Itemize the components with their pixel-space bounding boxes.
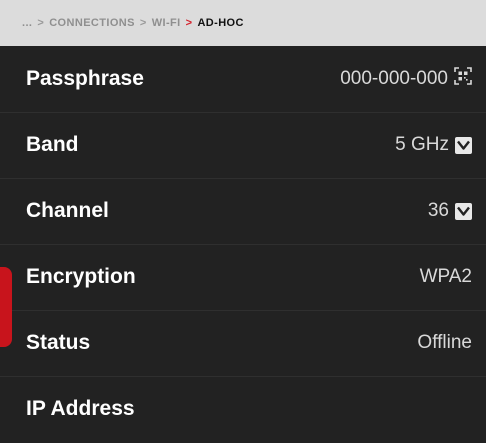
passphrase-row[interactable]: Passphrase 000-000-000 [0,46,486,112]
status-value: Offline [417,332,472,353]
breadcrumb-current: AD-HOC [197,17,244,29]
breadcrumb: ... > CONNECTIONS > WI-FI > AD-HOC [0,0,486,46]
breadcrumb-wifi[interactable]: WI-FI [152,17,181,29]
selection-indicator [0,267,12,347]
breadcrumb-separator-current: > [185,17,193,29]
chevron-down-icon[interactable] [455,136,472,154]
band-dropdown[interactable]: 5 GHz [395,134,472,156]
status-row[interactable]: Status Offline [0,310,486,376]
passphrase-label: Passphrase [26,67,144,90]
band-label: Band [26,133,79,156]
channel-value: 36 [427,200,449,221]
ip-address-label: IP Address [26,397,135,420]
breadcrumb-separator: > [37,17,45,29]
breadcrumb-separator: > [139,17,147,29]
breadcrumb-connections[interactable]: CONNECTIONS [49,17,135,29]
band-value: 5 GHz [395,134,449,155]
channel-row[interactable]: Channel 36 [0,178,486,244]
passphrase-value: 000-000-000 [340,68,448,89]
passphrase-value-group: 000-000-000 [340,67,472,91]
encryption-label: Encryption [26,265,136,288]
chevron-down-icon[interactable] [455,202,472,220]
channel-dropdown[interactable]: 36 [428,200,472,222]
breadcrumb-ellipsis[interactable]: ... [22,17,32,29]
encryption-row[interactable]: Encryption WPA2 [0,244,486,310]
settings-list: Passphrase 000-000-000 Band 5 GHz Channe… [0,46,486,442]
qr-code-icon[interactable] [454,67,472,91]
band-row[interactable]: Band 5 GHz [0,112,486,178]
status-label: Status [26,331,91,354]
ip-address-row[interactable]: IP Address [0,376,486,442]
encryption-value: WPA2 [419,266,472,287]
channel-label: Channel [26,199,109,222]
